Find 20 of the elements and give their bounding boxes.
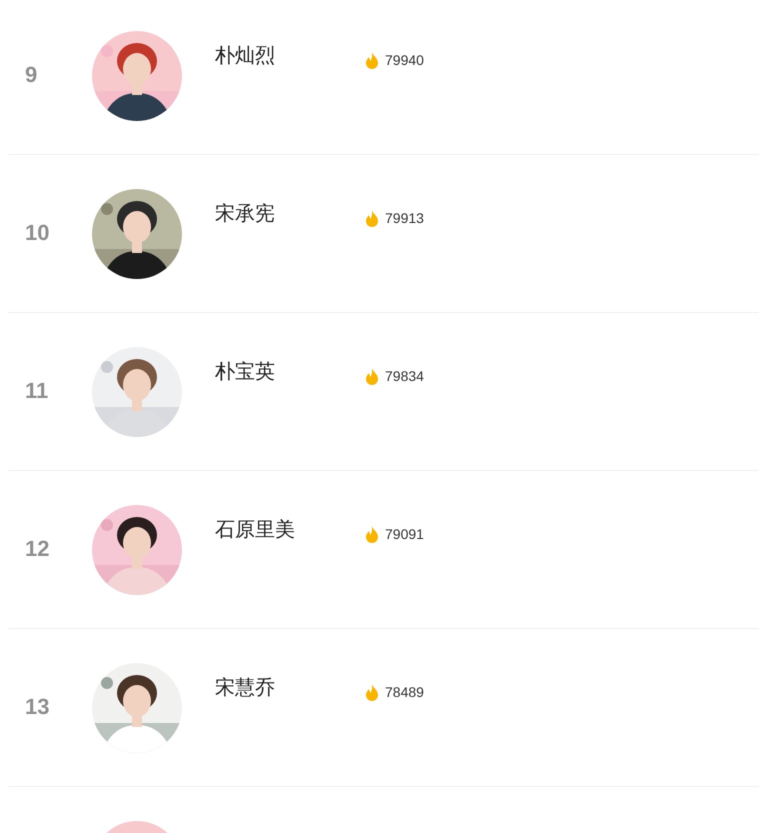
rank-number: 9: [24, 62, 38, 88]
person-name[interactable]: 朴宝英: [215, 360, 365, 384]
person-name[interactable]: 宋承宪: [215, 202, 365, 226]
flame-icon: [365, 684, 379, 700]
person-name[interactable]: 宋慧乔: [215, 676, 365, 700]
score-count: 79091: [385, 525, 424, 543]
person-name[interactable]: 石原里美: [215, 518, 365, 542]
rank-number: 13: [24, 694, 50, 720]
score-count: 78489: [385, 683, 424, 701]
rank-number: 11: [24, 378, 50, 404]
rank-number: 10: [24, 220, 50, 246]
person-name[interactable]: 朴灿烈: [215, 44, 365, 68]
flame-icon: [365, 210, 379, 226]
flame-icon: [365, 52, 379, 68]
flame-icon: [365, 526, 379, 542]
score-count: 79913: [385, 209, 424, 227]
rank-number: 12: [24, 536, 50, 562]
flame-icon: [365, 368, 379, 384]
score-count: 79834: [385, 367, 424, 385]
score-count: 79940: [385, 51, 424, 69]
